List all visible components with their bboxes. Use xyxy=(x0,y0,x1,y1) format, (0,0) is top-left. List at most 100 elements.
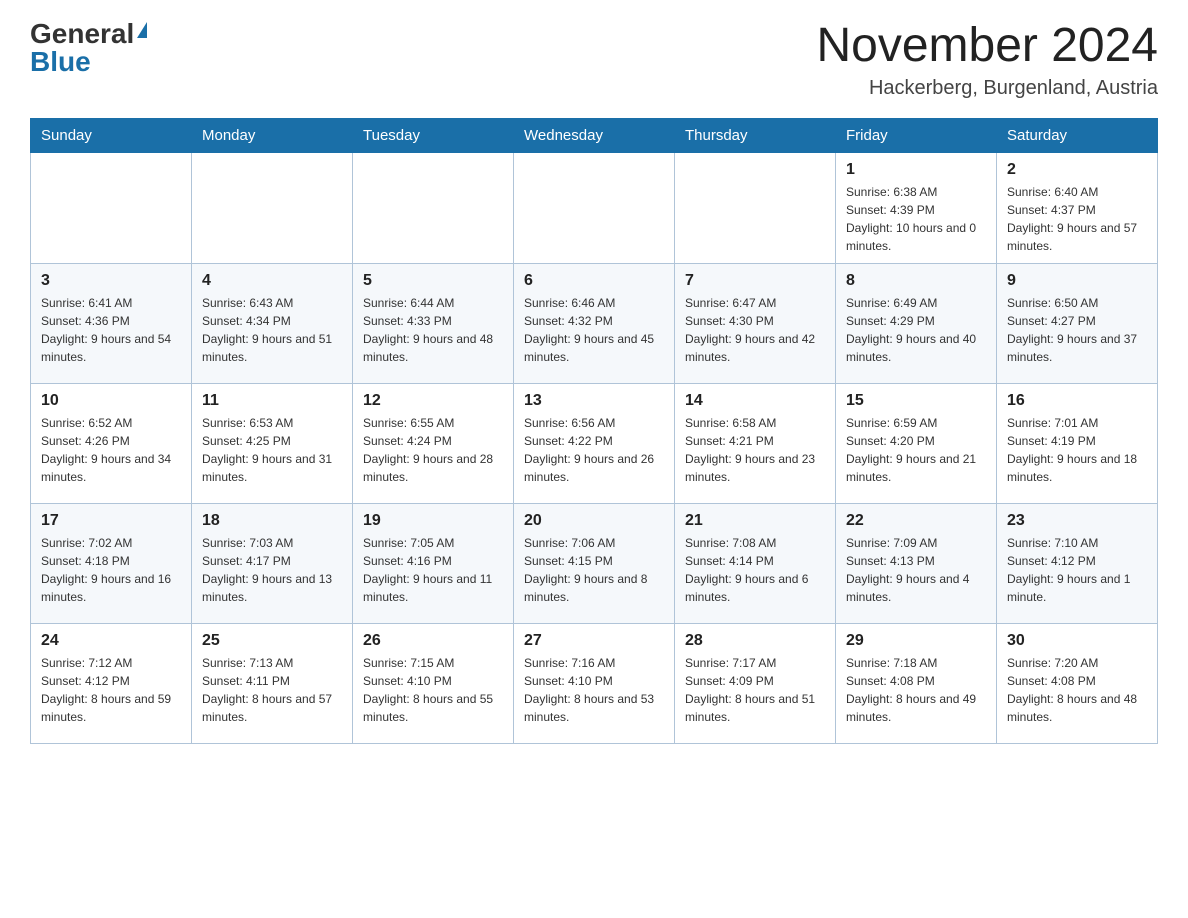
day-number: 17 xyxy=(41,512,181,530)
day-number: 18 xyxy=(202,512,342,530)
calendar-day-cell: 27Sunrise: 7:16 AMSunset: 4:10 PMDayligh… xyxy=(514,623,675,743)
calendar-day-cell: 15Sunrise: 6:59 AMSunset: 4:20 PMDayligh… xyxy=(836,383,997,503)
calendar-day-cell: 6Sunrise: 6:46 AMSunset: 4:32 PMDaylight… xyxy=(514,263,675,383)
day-number: 7 xyxy=(685,272,825,290)
calendar-day-cell: 23Sunrise: 7:10 AMSunset: 4:12 PMDayligh… xyxy=(997,503,1158,623)
calendar-day-cell: 7Sunrise: 6:47 AMSunset: 4:30 PMDaylight… xyxy=(675,263,836,383)
logo-blue: Blue xyxy=(30,48,91,76)
day-number: 1 xyxy=(846,161,986,179)
day-number: 10 xyxy=(41,392,181,410)
day-info: Sunrise: 7:09 AMSunset: 4:13 PMDaylight:… xyxy=(846,534,986,606)
calendar-day-cell: 4 Sunrise: 6:43 AMSunset: 4:34 PMDaylight… xyxy=(192,263,353,383)
day-info: Sunrise: 6:50 AMSunset: 4:27 PMDaylight:… xyxy=(1007,294,1147,366)
weekday-header-row: SundayMondayTuesdayWednesdayThursdayFrid… xyxy=(31,118,1158,152)
day-number: 25 xyxy=(202,632,342,650)
day-number: 3 xyxy=(41,272,181,290)
calendar-day-cell: 16Sunrise: 7:01 AMSunset: 4:19 PMDayligh… xyxy=(997,383,1158,503)
weekday-header-sunday: Sunday xyxy=(31,118,192,152)
calendar-day-cell: 19Sunrise: 7:05 AMSunset: 4:16 PMDayligh… xyxy=(353,503,514,623)
day-number: 14 xyxy=(685,392,825,410)
weekday-header-wednesday: Wednesday xyxy=(514,118,675,152)
day-info: Sunrise: 6:58 AMSunset: 4:21 PMDaylight:… xyxy=(685,414,825,486)
calendar-day-cell: 5Sunrise: 6:44 AMSunset: 4:33 PMDaylight… xyxy=(353,263,514,383)
day-number: 11 xyxy=(202,392,342,410)
day-number: 28 xyxy=(685,632,825,650)
calendar-day-cell: 17 Sunrise: 7:02 AMSunset: 4:18 PMDayligh… xyxy=(31,503,192,623)
weekday-header-friday: Friday xyxy=(836,118,997,152)
day-info: Sunrise: 7:15 AMSunset: 4:10 PMDaylight:… xyxy=(363,654,503,726)
day-number: 6 xyxy=(524,272,664,290)
day-info: Sunrise: 7:02 AMSunset: 4:18 PMDaylight:… xyxy=(41,534,181,606)
day-number: 19 xyxy=(363,512,503,530)
calendar-day-cell: 22 Sunrise: 7:09 AMSunset: 4:13 PMDayligh… xyxy=(836,503,997,623)
day-number: 21 xyxy=(685,512,825,530)
header: General Blue November 2024 Hackerberg, B… xyxy=(30,20,1158,100)
day-number: 30 xyxy=(1007,632,1147,650)
day-number: 24 xyxy=(41,632,181,650)
day-number: 4 xyxy=(202,272,342,290)
day-number: 9 xyxy=(1007,272,1147,290)
calendar-day-cell: 24 Sunrise: 7:12 AMSunset: 4:12 PMDayligh… xyxy=(31,623,192,743)
day-info: Sunrise: 6:52 AMSunset: 4:26 PMDaylight:… xyxy=(41,414,181,486)
day-info: Sunrise: 6:44 AMSunset: 4:33 PMDaylight:… xyxy=(363,294,503,366)
calendar-day-cell: 13Sunrise: 6:56 AMSunset: 4:22 PMDayligh… xyxy=(514,383,675,503)
calendar-empty-cell xyxy=(31,152,192,263)
calendar-day-cell: 10 Sunrise: 6:52 AMSunset: 4:26 PMDayligh… xyxy=(31,383,192,503)
day-info: Sunrise: 7:03 AMSunset: 4:17 PMDaylight:… xyxy=(202,534,342,606)
day-info: Sunrise: 7:20 AMSunset: 4:08 PMDaylight:… xyxy=(1007,654,1147,726)
day-info: Sunrise: 7:06 AMSunset: 4:15 PMDaylight:… xyxy=(524,534,664,606)
calendar-day-cell: 20 Sunrise: 7:06 AMSunset: 4:15 PMDayligh… xyxy=(514,503,675,623)
day-number: 23 xyxy=(1007,512,1147,530)
day-info: Sunrise: 6:41 AMSunset: 4:36 PMDaylight:… xyxy=(41,294,181,366)
day-info: Sunrise: 7:18 AMSunset: 4:08 PMDaylight:… xyxy=(846,654,986,726)
day-info: Sunrise: 6:53 AMSunset: 4:25 PMDaylight:… xyxy=(202,414,342,486)
day-number: 29 xyxy=(846,632,986,650)
title-area: November 2024 Hackerberg, Burgenland, Au… xyxy=(816,20,1158,100)
day-number: 26 xyxy=(363,632,503,650)
day-number: 2 xyxy=(1007,161,1147,179)
weekday-header-thursday: Thursday xyxy=(675,118,836,152)
calendar-empty-cell xyxy=(353,152,514,263)
day-number: 15 xyxy=(846,392,986,410)
day-number: 22 xyxy=(846,512,986,530)
day-info: Sunrise: 6:40 AMSunset: 4:37 PMDaylight:… xyxy=(1007,183,1147,255)
weekday-header-monday: Monday xyxy=(192,118,353,152)
calendar-body: 1 Sunrise: 6:38 AMSunset: 4:39 PMDaylight… xyxy=(31,152,1158,743)
calendar-day-cell: 11 Sunrise: 6:53 AMSunset: 4:25 PMDayligh… xyxy=(192,383,353,503)
logo: General Blue xyxy=(30,20,147,76)
day-info: Sunrise: 7:13 AMSunset: 4:11 PMDaylight:… xyxy=(202,654,342,726)
day-info: Sunrise: 6:56 AMSunset: 4:22 PMDaylight:… xyxy=(524,414,664,486)
day-info: Sunrise: 6:38 AMSunset: 4:39 PMDaylight:… xyxy=(846,183,986,255)
day-info: Sunrise: 6:49 AMSunset: 4:29 PMDaylight:… xyxy=(846,294,986,366)
day-info: Sunrise: 7:01 AMSunset: 4:19 PMDaylight:… xyxy=(1007,414,1147,486)
calendar-day-cell: 28 Sunrise: 7:17 AMSunset: 4:09 PMDayligh… xyxy=(675,623,836,743)
day-info: Sunrise: 7:12 AMSunset: 4:12 PMDaylight:… xyxy=(41,654,181,726)
calendar-week-row: 17 Sunrise: 7:02 AMSunset: 4:18 PMDayligh… xyxy=(31,503,1158,623)
day-info: Sunrise: 7:17 AMSunset: 4:09 PMDaylight:… xyxy=(685,654,825,726)
calendar-day-cell: 12Sunrise: 6:55 AMSunset: 4:24 PMDayligh… xyxy=(353,383,514,503)
calendar-empty-cell xyxy=(514,152,675,263)
calendar-week-row: 24 Sunrise: 7:12 AMSunset: 4:12 PMDayligh… xyxy=(31,623,1158,743)
calendar-week-row: 1 Sunrise: 6:38 AMSunset: 4:39 PMDaylight… xyxy=(31,152,1158,263)
calendar-day-cell: 1 Sunrise: 6:38 AMSunset: 4:39 PMDaylight… xyxy=(836,152,997,263)
calendar-day-cell: 8Sunrise: 6:49 AMSunset: 4:29 PMDaylight… xyxy=(836,263,997,383)
weekday-header-saturday: Saturday xyxy=(997,118,1158,152)
logo-triangle-icon xyxy=(137,22,147,38)
calendar-subtitle: Hackerberg, Burgenland, Austria xyxy=(816,77,1158,100)
weekday-header-tuesday: Tuesday xyxy=(353,118,514,152)
logo-general: General xyxy=(30,20,134,48)
calendar-day-cell: 30 Sunrise: 7:20 AMSunset: 4:08 PMDayligh… xyxy=(997,623,1158,743)
calendar-empty-cell xyxy=(675,152,836,263)
calendar-table: SundayMondayTuesdayWednesdayThursdayFrid… xyxy=(30,118,1158,744)
day-number: 20 xyxy=(524,512,664,530)
calendar-week-row: 3 Sunrise: 6:41 AMSunset: 4:36 PMDaylight… xyxy=(31,263,1158,383)
calendar-day-cell: 3 Sunrise: 6:41 AMSunset: 4:36 PMDaylight… xyxy=(31,263,192,383)
day-info: Sunrise: 6:43 AMSunset: 4:34 PMDaylight:… xyxy=(202,294,342,366)
calendar-title: November 2024 xyxy=(816,20,1158,73)
calendar-header: SundayMondayTuesdayWednesdayThursdayFrid… xyxy=(31,118,1158,152)
calendar-day-cell: 2 Sunrise: 6:40 AMSunset: 4:37 PMDaylight… xyxy=(997,152,1158,263)
calendar-week-row: 10 Sunrise: 6:52 AMSunset: 4:26 PMDayligh… xyxy=(31,383,1158,503)
day-number: 27 xyxy=(524,632,664,650)
calendar-day-cell: 26 Sunrise: 7:15 AMSunset: 4:10 PMDayligh… xyxy=(353,623,514,743)
calendar-day-cell: 29 Sunrise: 7:18 AMSunset: 4:08 PMDayligh… xyxy=(836,623,997,743)
